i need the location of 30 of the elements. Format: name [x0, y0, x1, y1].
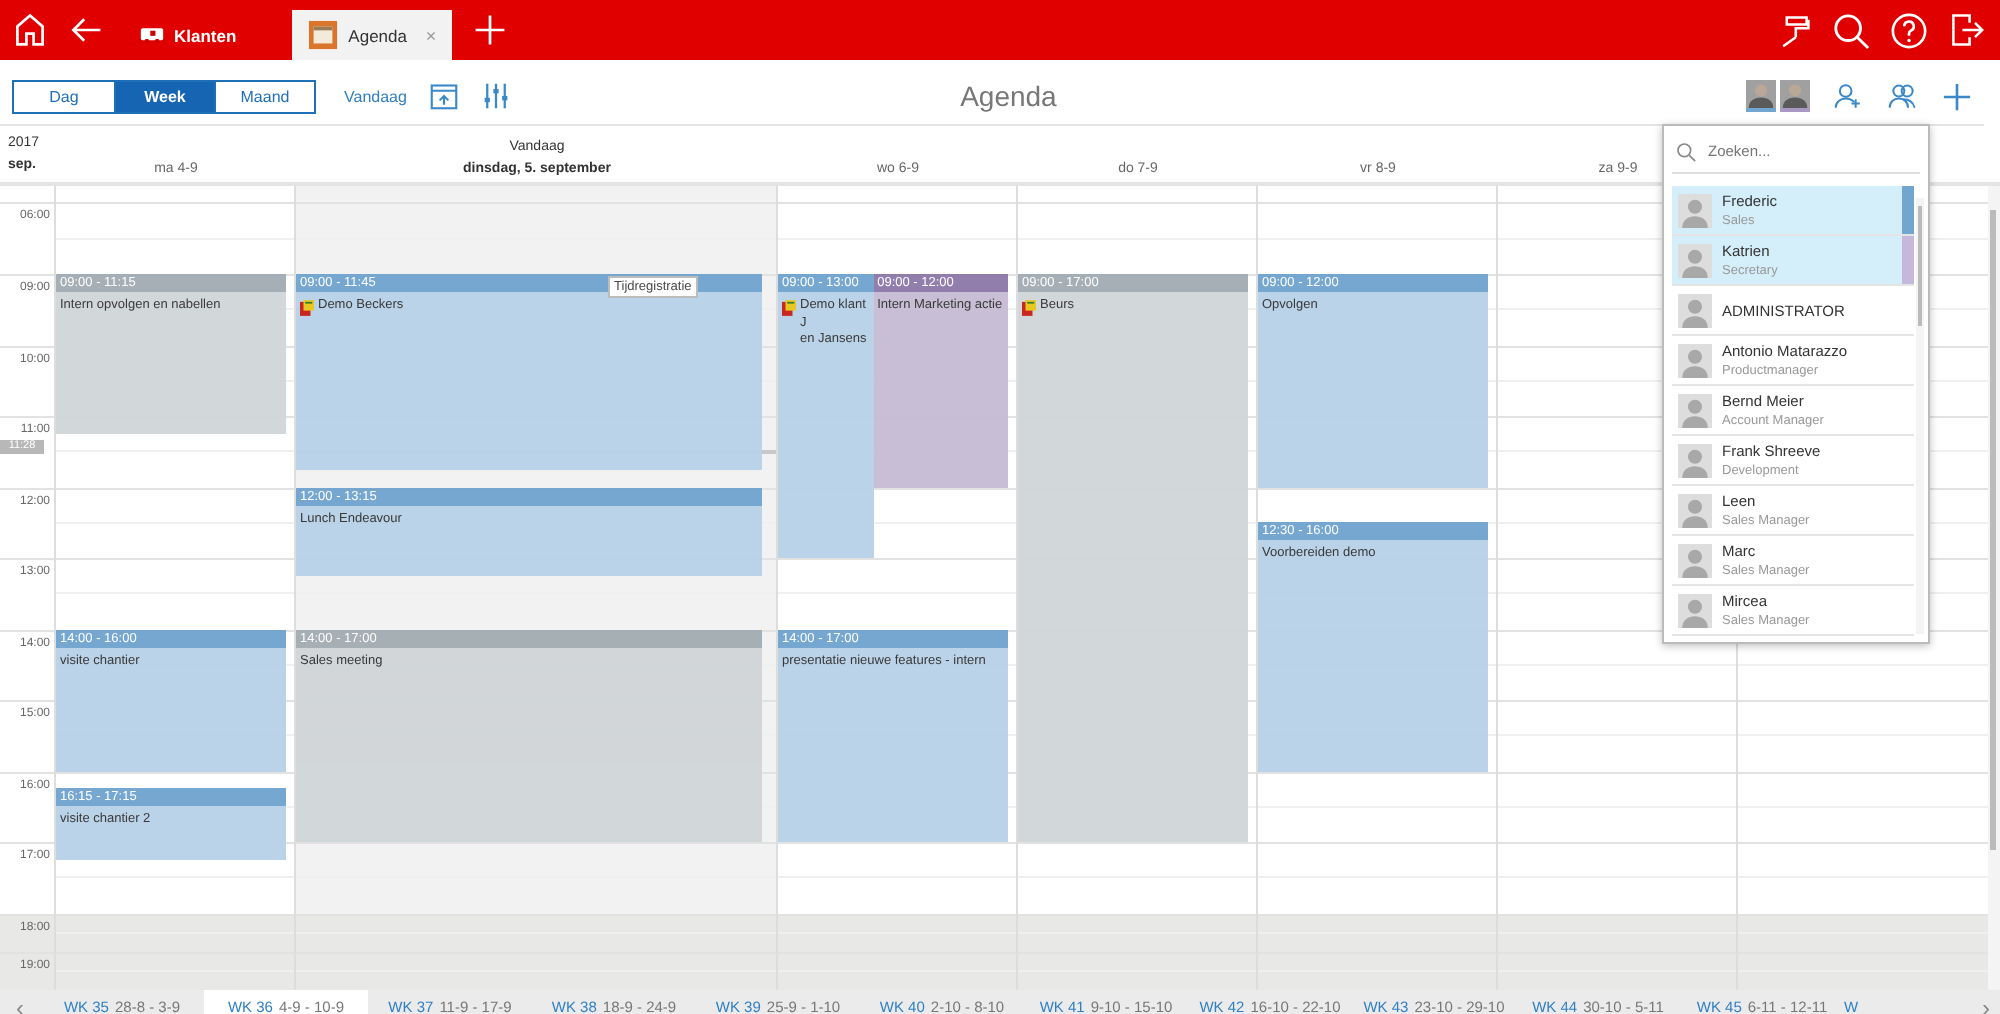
avatar-icon — [1678, 443, 1712, 477]
home-icon[interactable] — [12, 12, 48, 48]
add-person-icon[interactable] — [1834, 82, 1864, 110]
page-title: Agenda — [958, 80, 1059, 112]
avatar-icon — [1678, 193, 1712, 227]
avatar-icon — [1678, 493, 1712, 527]
filter-sliders-icon[interactable] — [482, 82, 511, 110]
avatar-icon — [1678, 393, 1712, 427]
avatar-icon — [1678, 243, 1712, 277]
calendar-icon — [308, 20, 339, 50]
people-icon[interactable] — [1888, 82, 1918, 110]
logout-icon[interactable] — [1948, 12, 1984, 48]
avatar-icon — [1678, 543, 1712, 577]
export-calendar-icon[interactable] — [430, 82, 459, 110]
search-icon — [1676, 141, 1696, 161]
avatar-icon — [1678, 293, 1712, 327]
avatar-icon — [1678, 593, 1712, 627]
scrollbar[interactable] — [1988, 186, 2000, 990]
user-avatar[interactable] — [1746, 80, 1776, 112]
plus-icon[interactable] — [1942, 81, 1972, 111]
avatar-icon — [1678, 343, 1712, 377]
app-tab[interactable]: Agenda × — [292, 10, 453, 60]
car-icon — [140, 26, 164, 44]
view-tab[interactable]: Week — [114, 81, 214, 111]
user-avatar[interactable] — [1780, 80, 1810, 112]
app-tab[interactable]: Klanten — [124, 10, 253, 60]
scrollbar[interactable] — [1916, 198, 1924, 634]
today-link[interactable]: Vandaag — [344, 87, 407, 105]
help-icon[interactable] — [1890, 11, 1928, 49]
search-icon[interactable] — [1832, 11, 1870, 49]
